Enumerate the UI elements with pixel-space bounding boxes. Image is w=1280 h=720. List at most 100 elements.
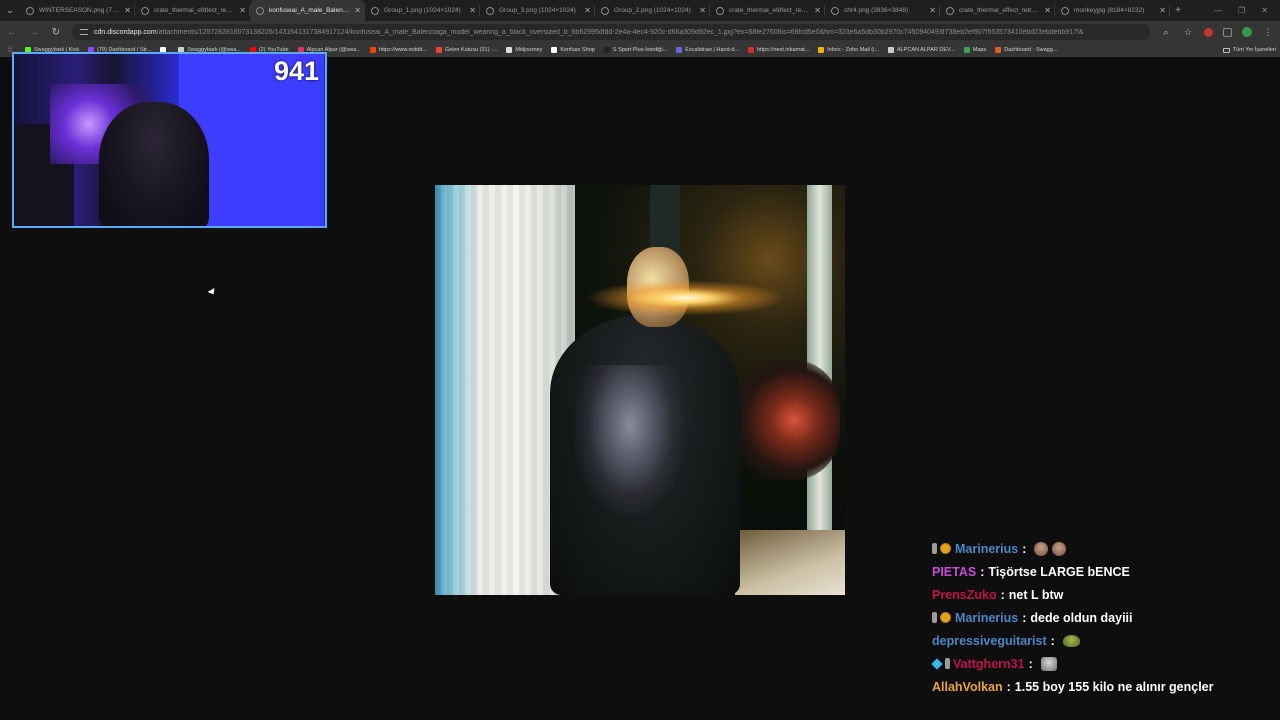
tab-favicon-icon [486,6,494,15]
reload-icon[interactable]: ↻ [50,27,62,38]
browser-tab[interactable]: chr4.png (3836×3848) ✕ [825,0,940,21]
bookmark-favicon-icon [963,47,970,53]
tab-close-icon[interactable]: ✕ [699,6,706,15]
browser-tab[interactable]: Group_2.png (1024×1024) ✕ [595,0,710,21]
tab-favicon-icon [946,6,954,15]
bookmark-favicon-icon [369,47,376,53]
chat-username[interactable]: PrensZuko [932,588,997,602]
site-info-icon[interactable] [80,29,88,35]
bookmark-favicon-icon [818,47,825,53]
chat-message: PIETAS: Tişörtse LARGE bENCE [932,560,1272,583]
tab-favicon-icon [26,6,34,15]
chat-message: AllahVolkan:1.55 boy 155 kilo ne alınır … [932,675,1272,698]
chat-message: PrensZuko: net L btw [932,583,1272,606]
tab-close-icon[interactable]: ✕ [469,6,476,15]
tab-search-icon[interactable]: ⌄ [0,0,20,21]
url-host: cdn.discordapp.com [94,28,157,36]
all-bookmarks-label: Tüm Yer İşaretleri [1232,47,1276,53]
bookmark-star-icon[interactable]: ☆ [1182,27,1194,38]
chat-separator: : [1022,541,1027,556]
tab-title: monkeyjpg (8184×8232) [1074,7,1145,14]
tab-close-icon[interactable]: ✕ [239,6,246,15]
chat-username[interactable]: AllahVolkan [932,680,1003,694]
chat-message: Marinerius: [932,537,1272,560]
browser-tab[interactable]: WINTERSEASON.png (7692×7 ✕ [20,0,135,21]
image-light-flare [585,280,785,316]
bookmark-item[interactable]: Maps [963,47,987,53]
address-bar[interactable]: cdn.discordapp.com /attachments/12572828… [72,24,1150,40]
browser-tab[interactable]: crate_thermal_efdfect_red (19 ✕ [135,0,250,21]
chat-message: Vattghern31: [931,652,1272,675]
bookmark-label: Maps [972,47,987,53]
bookmark-label: Dashboard - Swagg... [1004,47,1058,53]
browser-tab[interactable]: crate_thermal_efdfect_red_01 ✕ [710,0,825,21]
image-motorcycle [725,360,840,480]
tab-close-icon[interactable]: ✕ [1044,6,1051,15]
image-floor [735,530,845,595]
menu-kebab-icon[interactable]: ⋮ [1262,27,1274,38]
tab-close-icon[interactable]: ✕ [814,6,821,15]
back-icon[interactable]: ← [6,27,18,38]
subscriber-badge-icon [940,612,951,623]
bookmark-label: Gelen Kutusu (31) -... [444,47,498,53]
profile-avatar[interactable] [1242,27,1252,37]
tab-favicon-icon [371,6,379,15]
forward-icon[interactable]: → [28,27,40,38]
chat-emote-face-icon [1052,541,1067,556]
browser-tab[interactable]: monkeyjpg (8184×8232) ✕ [1055,0,1170,21]
bookmark-label: https://www.reddit... [378,47,427,53]
bookmark-item[interactable]: S Sport Plus-İstediği... [603,47,667,53]
chat-text: 1.55 boy 155 kilo ne alınır gençler [1014,679,1214,694]
chat-message: depressiveguitarist: [932,629,1272,652]
chat-emote-cat-icon [1040,656,1057,671]
bookmark-item[interactable]: Excalidraw | Hand-d... [676,47,739,53]
tab-close-icon[interactable]: ✕ [584,6,591,15]
tab-favicon-icon [256,6,264,15]
tab-favicon-icon [716,6,724,15]
chat-username[interactable]: Marinerius [955,542,1018,556]
tab-favicon-icon [1061,6,1069,15]
bookmark-label: https://next.inkamat... [757,47,810,53]
tab-title: chr4.png (3836×3848) [844,7,909,14]
displayed-image[interactable] [435,185,845,595]
browser-tab[interactable]: konfuseai_A_male_Balenciaga ✕ [250,0,365,21]
chat-username[interactable]: PIETAS [932,565,976,579]
bookmark-item[interactable]: Midjourney [506,47,542,53]
webcam-overlay: 941 [12,52,327,228]
minimize-icon[interactable]: — [1214,6,1222,15]
chat-separator: : [1028,656,1033,671]
tab-close-icon[interactable]: ✕ [1159,6,1166,15]
bookmark-item[interactable]: Dashboard - Swagg... [995,47,1057,53]
tab-close-icon[interactable]: ✕ [929,6,936,15]
bookmark-item[interactable]: https://www.reddit... [369,47,427,53]
browser-tab[interactable]: Group_1.png (1024×1024) ✕ [365,0,480,21]
zoom-icon[interactable]: ⌕ [1160,27,1172,38]
tab-close-icon[interactable]: ✕ [354,6,361,15]
extensions-puzzle-icon[interactable] [1223,27,1232,37]
chat-text: dede oldun dayiii [1030,610,1133,625]
chat-text: Tişörtse LARGE bENCE [988,564,1130,579]
browser-tab[interactable]: crate_thermal_effect_retrd_01 ✕ [940,0,1055,21]
chat-username[interactable]: Vattghern31 [953,657,1025,671]
all-bookmarks[interactable]: Tüm Yer İşaretleri [1222,47,1276,53]
mouse-cursor-icon [207,288,217,297]
close-window-icon[interactable]: ✕ [1261,6,1268,15]
new-tab-icon[interactable]: + [1170,5,1186,16]
tab-close-icon[interactable]: ✕ [124,6,131,15]
tab-title: crate_thermal_efdfect_red (19 [154,7,236,14]
chat-username[interactable]: depressiveguitarist [932,634,1047,648]
bookmark-label: Midjourney [515,47,543,53]
tab-title: Group_1.png (1024×1024) [384,7,461,14]
bookmark-item[interactable]: Inbox - Zoho Mail (i... [818,47,879,53]
extension-icon[interactable] [1204,27,1213,37]
tab-title: konfuseai_A_male_Balenciaga [269,7,351,14]
bookmark-item[interactable]: Gelen Kutusu (31) -... [435,47,498,53]
browser-tab[interactable]: Group_3.png (1024×1024) ✕ [480,0,595,21]
maximize-icon[interactable]: ❐ [1238,6,1245,15]
chat-username[interactable]: Marinerius [955,611,1018,625]
bookmark-item[interactable]: https://next.inkamat... [748,47,809,53]
tab-title: crate_thermal_effect_retrd_01 [959,7,1041,14]
bookmark-item[interactable]: Konfuse Shop [551,47,595,53]
bookmark-favicon-icon [995,47,1002,53]
bookmark-item[interactable]: ALPCAN ALPAR DEV... [887,47,955,53]
